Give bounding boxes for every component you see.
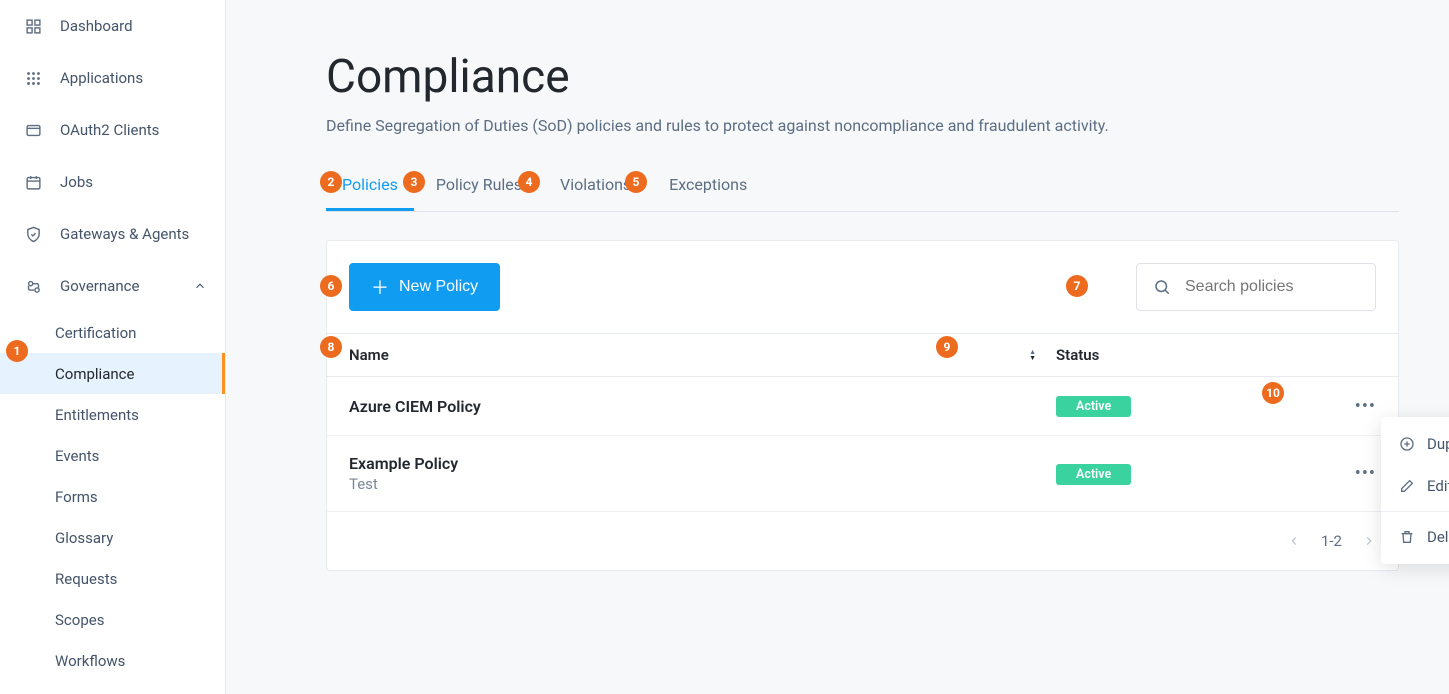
delete-icon <box>1399 529 1415 545</box>
row-subtitle: Test <box>349 475 458 493</box>
sidebar-item-label: Jobs <box>60 173 93 191</box>
menu-delete[interactable]: Delete <box>1381 511 1449 558</box>
sort-icon[interactable]: ▲▼ <box>1029 349 1036 361</box>
sidebar-sub-certification[interactable]: Certification <box>0 312 225 353</box>
callout-badge-5: 5 <box>625 171 647 193</box>
tab-icon <box>24 121 42 139</box>
chevron-up-icon <box>193 279 207 293</box>
row-title: Example Policy <box>349 454 458 473</box>
sidebar-item-label: Gateways & Agents <box>60 225 189 243</box>
duplicate-icon <box>1399 436 1415 452</box>
row-actions-menu: Duplicate Edit Delete <box>1381 417 1449 564</box>
plus-icon: ＋ <box>371 274 389 300</box>
main-content: Compliance Define Segregation of Duties … <box>226 0 1449 694</box>
sidebar-item-applications[interactable]: Applications <box>0 52 225 104</box>
search-icon <box>1153 278 1171 296</box>
sidebar-sub-forms[interactable]: Forms <box>0 476 225 517</box>
page-subtitle: Define Segregation of Duties (SoD) polic… <box>326 116 1399 135</box>
sidebar-sub-compliance[interactable]: Compliance <box>0 353 225 394</box>
table-row[interactable]: Azure CIEM Policy Active ••• <box>327 377 1398 436</box>
menu-duplicate[interactable]: Duplicate <box>1381 423 1449 465</box>
table-row[interactable]: Example Policy Test Active ••• <box>327 436 1398 512</box>
menu-label: Duplicate <box>1427 435 1449 453</box>
sidebar-item-oauth2[interactable]: OAuth2 Clients <box>0 104 225 156</box>
tab-exceptions[interactable]: Exceptions <box>653 165 763 211</box>
callout-badge-9: 9 <box>936 336 958 358</box>
sidebar-sub-requests[interactable]: Requests <box>0 558 225 599</box>
sidebar-item-dashboard[interactable]: Dashboard <box>0 0 225 52</box>
sidebar-sub-scopes[interactable]: Scopes <box>0 599 225 640</box>
dashboard-icon <box>24 17 42 35</box>
search-input[interactable] <box>1185 278 1359 296</box>
callout-badge-4: 4 <box>518 171 540 193</box>
col-status-label[interactable]: Status <box>1056 346 1099 364</box>
sidebar-sub-glossary[interactable]: Glossary <box>0 517 225 558</box>
menu-edit[interactable]: Edit <box>1381 465 1449 507</box>
new-policy-button[interactable]: ＋ New Policy <box>349 263 500 311</box>
policies-card: ＋ New Policy Name ▲▼ <box>326 240 1399 571</box>
callout-badge-1: 1 <box>6 340 28 362</box>
callout-badge-2: 2 <box>320 171 342 193</box>
sidebar-sub-entitlements[interactable]: Entitlements <box>0 394 225 435</box>
sidebar-sub-events[interactable]: Events <box>0 435 225 476</box>
callout-badge-7: 7 <box>1066 275 1088 297</box>
sidebar-item-label: Governance <box>60 277 139 295</box>
shield-icon <box>24 225 42 243</box>
sidebar-item-label: Applications <box>60 69 143 87</box>
menu-label: Edit <box>1427 477 1449 495</box>
pager-prev[interactable] <box>1287 534 1301 548</box>
sidebar-item-governance[interactable]: Governance <box>0 260 225 312</box>
menu-label: Delete <box>1427 528 1449 546</box>
row-actions-button[interactable]: ••• <box>1355 463 1376 484</box>
pager-next[interactable] <box>1362 534 1376 548</box>
sidebar: Dashboard Applications OAuth2 Clients Jo… <box>0 0 226 694</box>
row-title: Azure CIEM Policy <box>349 397 481 416</box>
callout-badge-10: 10 <box>1262 382 1284 404</box>
sidebar-sub-workflows[interactable]: Workflows <box>0 640 225 681</box>
row-actions-button[interactable]: ••• <box>1355 396 1376 417</box>
governance-icon <box>24 277 42 295</box>
search-field[interactable] <box>1136 263 1376 311</box>
sidebar-item-gateways[interactable]: Gateways & Agents <box>0 208 225 260</box>
edit-icon <box>1399 478 1415 494</box>
status-badge: Active <box>1056 464 1131 485</box>
sidebar-item-jobs[interactable]: Jobs <box>0 156 225 208</box>
page-title: Compliance <box>326 50 1399 104</box>
calendar-icon <box>24 173 42 191</box>
table-footer: 1-2 <box>327 512 1398 570</box>
table-header: Name ▲▼ Status <box>327 333 1398 377</box>
callout-badge-8: 8 <box>320 336 342 358</box>
callout-badge-6: 6 <box>320 275 342 297</box>
callout-badge-3: 3 <box>403 171 425 193</box>
status-badge: Active <box>1056 396 1131 417</box>
sidebar-item-label: Dashboard <box>60 17 133 35</box>
pager-range: 1-2 <box>1321 532 1342 550</box>
sidebar-item-label: OAuth2 Clients <box>60 121 159 139</box>
apps-icon <box>24 69 42 87</box>
col-name-label[interactable]: Name <box>349 346 389 364</box>
tabs: Policies Policy Rules Violations Excepti… <box>326 165 1399 212</box>
button-label: New Policy <box>399 278 478 296</box>
